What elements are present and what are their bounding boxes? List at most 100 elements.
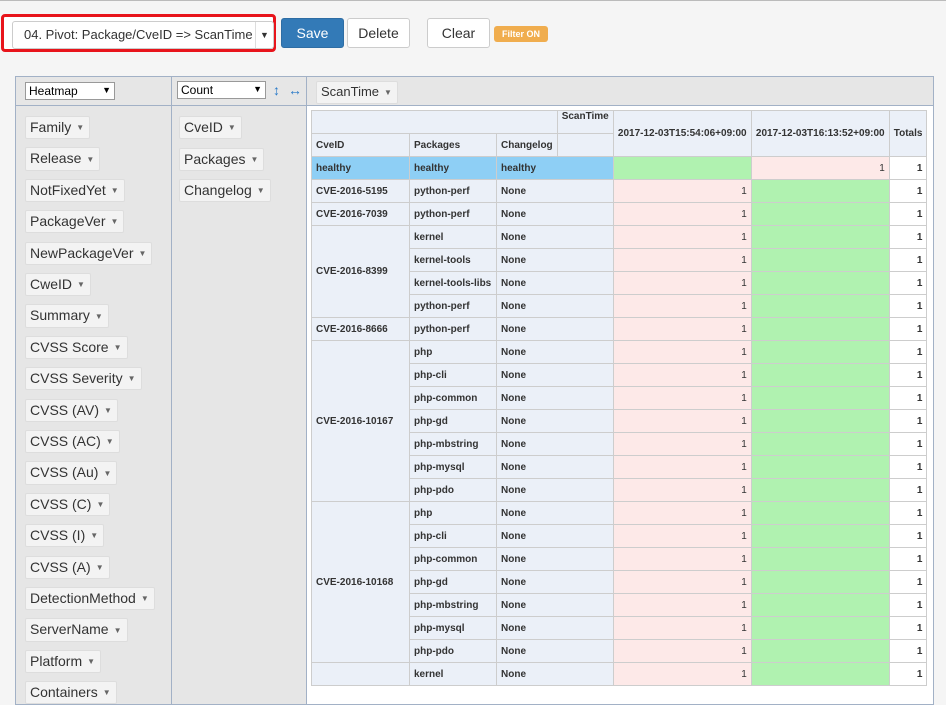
triangle-down-icon[interactable]: ▼ <box>106 437 114 446</box>
triangle-down-icon[interactable]: ▼ <box>128 374 136 383</box>
unused-attr-pill[interactable]: Containers ▼ <box>25 681 117 705</box>
attr-label: CveID <box>184 119 223 135</box>
unused-attr-pill[interactable]: ServerName ▼ <box>25 618 128 642</box>
triangle-down-icon[interactable]: ▼ <box>87 657 95 666</box>
cve-id-cell[interactable]: CVE-2016-7039 <box>311 202 410 226</box>
table-row: CVE-2016-7039 python-perf None 1 1 <box>311 202 928 226</box>
row-order-icon[interactable]: ↕ <box>273 82 280 98</box>
col-order-icon[interactable]: ↔ <box>288 82 302 98</box>
unused-attr-pill[interactable]: DetectionMethod ▼ <box>25 587 155 611</box>
value-cell: 1 <box>612 570 752 594</box>
value-cell <box>750 179 890 203</box>
unused-attr-pill[interactable]: CVSS (C) ▼ <box>25 492 111 517</box>
value-cell: 1 <box>612 455 752 479</box>
triangle-down-icon[interactable]: ▼ <box>104 406 112 415</box>
triangle-down-icon[interactable]: ▼ <box>103 688 111 697</box>
row-attr-pill[interactable]: Changelog ▼ <box>179 179 271 203</box>
cve-id-cell[interactable]: CVE-2016-10167 <box>311 340 410 502</box>
triangle-down-icon[interactable]: ▼ <box>114 343 122 352</box>
clear-button[interactable]: Clear <box>427 18 490 48</box>
unused-attr-pill[interactable]: CVSS (A) ▼ <box>25 555 110 579</box>
unused-attr-pill[interactable]: NotFixedYet ▼ <box>25 178 125 203</box>
attr-label: CVSS (Au) <box>30 464 99 481</box>
triangle-down-icon[interactable]: ▼ <box>77 280 85 289</box>
value-cell <box>750 340 890 364</box>
row-total-cell: 1 <box>888 294 928 318</box>
caret-down-icon[interactable]: ▼ <box>255 22 273 48</box>
value-cell: 1 <box>612 409 752 433</box>
unused-attr-pill[interactable]: Summary ▼ <box>25 304 109 328</box>
unused-attr-pill[interactable]: PackageVer ▼ <box>25 210 125 234</box>
delete-button[interactable]: Delete <box>347 18 410 48</box>
triangle-down-icon[interactable]: ▼ <box>76 123 84 132</box>
col-attr-scantime[interactable]: ScanTime ▼ <box>316 81 398 104</box>
triangle-down-icon[interactable]: ▼ <box>90 531 98 540</box>
triangle-down-icon[interactable]: ▼ <box>96 563 104 572</box>
save-button[interactable]: Save <box>281 18 344 48</box>
unused-attr-pill[interactable]: Platform ▼ <box>25 649 102 674</box>
unused-attr-pill[interactable]: CVSS (AC) ▼ <box>25 430 120 454</box>
triangle-down-icon[interactable]: ▼ <box>141 594 149 603</box>
cve-id-cell[interactable] <box>311 662 410 686</box>
table-row: CVE-2016-8666 python-perf None 1 1 <box>311 317 928 341</box>
triangle-down-icon[interactable]: ▼ <box>139 249 147 258</box>
row-attr-pill[interactable]: CveID ▼ <box>179 116 242 140</box>
cve-id-cell[interactable]: CVE-2016-8399 <box>311 225 410 318</box>
unused-attr-pill[interactable]: CVSS Severity ▼ <box>25 367 142 391</box>
pivot-table: ScanTime 2017-12-03T15:54:06+09:00 2017-… <box>311 110 928 686</box>
package-cell: php-mbstring <box>409 593 497 617</box>
renderer-select[interactable]: Heatmap ▼ <box>25 82 115 100</box>
unused-attr-pill[interactable]: NewPackageVer ▼ <box>25 241 153 265</box>
value-cell <box>750 639 890 663</box>
cve-id-cell[interactable]: CVE-2016-10168 <box>311 501 410 663</box>
triangle-down-icon[interactable]: ▼ <box>228 123 236 132</box>
cve-id-cell[interactable]: CVE-2016-8666 <box>311 317 410 341</box>
changelog-cell: None <box>496 616 614 640</box>
triangle-down-icon[interactable]: ▼ <box>95 312 103 321</box>
unused-attr-pill[interactable]: CVSS (I) ▼ <box>25 524 105 548</box>
cve-id-cell[interactable]: CVE-2016-5195 <box>311 179 410 203</box>
row-total-cell: 1 <box>888 202 928 226</box>
col-key-header: 2017-12-03T15:54:06+09:00 <box>612 110 752 157</box>
triangle-down-icon[interactable]: ▼ <box>250 155 258 164</box>
triangle-down-icon[interactable]: ▼ <box>103 469 111 478</box>
attr-label: NotFixedYet <box>30 181 106 198</box>
row-attr-pill[interactable]: Packages ▼ <box>179 147 265 171</box>
aggregator-cell: Count ▼ ↕ ↔ <box>171 76 307 106</box>
triangle-down-icon[interactable]: ▼ <box>114 626 122 635</box>
value-cell: 1 <box>612 202 752 226</box>
triangle-down-icon[interactable]: ▼ <box>111 186 119 195</box>
unused-attr-pill[interactable]: CVSS Score ▼ <box>25 335 128 360</box>
triangle-down-icon[interactable]: ▼ <box>96 500 104 509</box>
triangle-down-icon[interactable]: ▼ <box>86 155 94 164</box>
aggregator-select[interactable]: Count ▼ <box>177 81 266 99</box>
row-total-cell: 1 <box>888 639 928 663</box>
unused-attr-pill[interactable]: CVSS (Au) ▼ <box>25 461 118 485</box>
triangle-down-icon[interactable]: ▼ <box>111 217 119 226</box>
changelog-cell: None <box>496 570 614 594</box>
unused-attr-pill[interactable]: CweID ▼ <box>25 273 91 297</box>
changelog-cell: None <box>496 524 614 548</box>
triangle-down-icon[interactable]: ▼ <box>257 186 265 195</box>
row-total-cell: 1 <box>888 156 928 180</box>
unused-attr-pill[interactable]: Family ▼ <box>25 116 91 140</box>
col-key-header: 2017-12-03T16:13:52+09:00 <box>750 110 890 157</box>
package-cell: kernel-tools <box>409 248 497 272</box>
value-cell: 1 <box>612 248 752 272</box>
value-cell: 1 <box>612 501 752 525</box>
value-cell: 1 <box>612 317 752 341</box>
changelog-cell: None <box>496 294 614 318</box>
value-cell <box>750 271 890 295</box>
triangle-down-icon[interactable]: ▼ <box>384 88 392 97</box>
unused-attr-pill[interactable]: CVSS (AV) ▼ <box>25 398 118 422</box>
unused-attr-pill[interactable]: Release ▼ <box>25 147 101 171</box>
package-cell: kernel <box>409 225 497 249</box>
row-total-cell: 1 <box>888 225 928 249</box>
package-cell: python-perf <box>409 179 497 203</box>
preset-dropdown[interactable]: 04. Pivot: Package/CveID => ScanTime ▼ <box>12 21 274 49</box>
table-row: CVE-2016-10167 php None 1 1 <box>311 340 928 502</box>
value-cell: 1 <box>612 271 752 295</box>
attr-label: Platform <box>30 652 83 669</box>
changelog-cell: None <box>496 662 614 686</box>
changelog-cell: None <box>496 248 614 272</box>
